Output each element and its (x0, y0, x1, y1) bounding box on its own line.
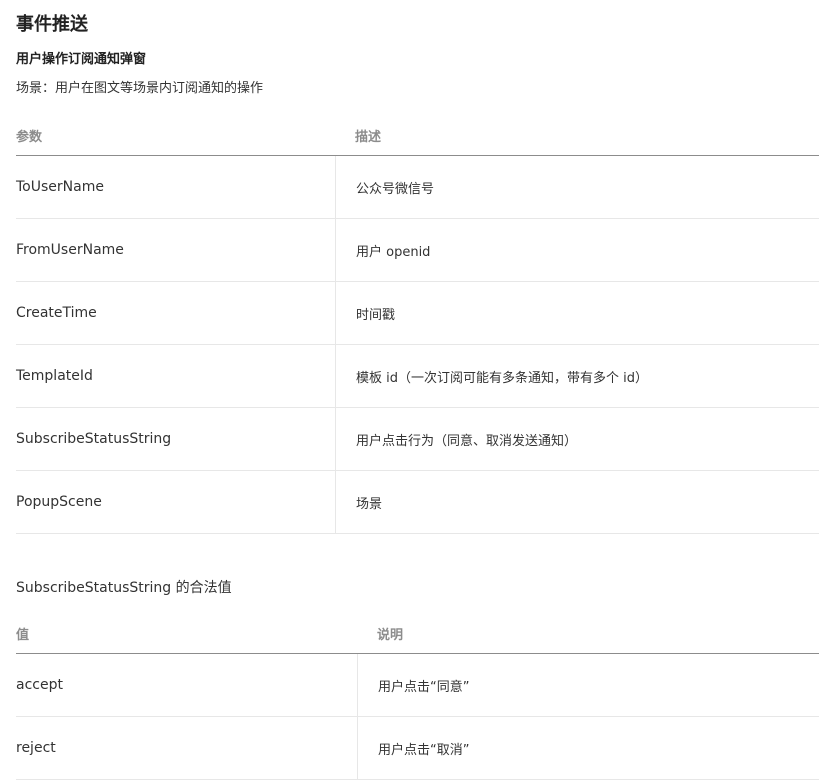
param-description: 用户点击行为（同意、取消发送通知） (335, 408, 819, 470)
param-description: 用户 openid (335, 219, 819, 281)
values-heading: SubscribeStatusString 的合法值 (16, 580, 232, 596)
values-table: 值 说明 accept 用户点击“同意” reject 用户点击“取消” (16, 614, 819, 780)
value-name: accept (16, 677, 63, 693)
param-description: 模板 id（一次订阅可能有多条通知，带有多个 id） (335, 345, 819, 407)
value-description: 用户点击“同意” (357, 654, 819, 716)
param-name: TemplateId (16, 368, 93, 384)
table-row: accept 用户点击“同意” (16, 654, 819, 717)
table-row: ToUserName 公众号微信号 (16, 156, 819, 219)
header-explanation: 说明 (377, 628, 404, 643)
scene-description: 场景：用户在图文等场景内订阅通知的操作 (16, 81, 264, 96)
value-description: 用户点击“取消” (357, 717, 819, 779)
table-row: CreateTime 时间戳 (16, 282, 819, 345)
table-row: SubscribeStatusString 用户点击行为（同意、取消发送通知） (16, 408, 819, 471)
table-row: TemplateId 模板 id（一次订阅可能有多条通知，带有多个 id） (16, 345, 819, 408)
table-row: FromUserName 用户 openid (16, 219, 819, 282)
table-row: PopupScene 场景 (16, 471, 819, 534)
header-value: 值 (16, 628, 30, 643)
page-title: 事件推送 (16, 14, 88, 35)
header-description: 描述 (355, 130, 382, 145)
value-name: reject (16, 740, 56, 756)
section-subtitle: 用户操作订阅通知弹窗 (16, 52, 147, 67)
params-table: 参数 描述 ToUserName 公众号微信号 FromUserName 用户 … (16, 116, 819, 534)
param-description: 时间戳 (335, 282, 819, 344)
param-description: 场景 (335, 471, 819, 533)
header-param: 参数 (16, 130, 43, 145)
param-name: SubscribeStatusString (16, 431, 172, 447)
param-name: ToUserName (16, 179, 104, 195)
param-name: PopupScene (16, 494, 102, 510)
values-table-header: 值 说明 (16, 614, 819, 654)
table-row: reject 用户点击“取消” (16, 717, 819, 780)
params-table-header: 参数 描述 (16, 116, 819, 156)
param-name: CreateTime (16, 305, 97, 321)
param-name: FromUserName (16, 242, 124, 258)
param-description: 公众号微信号 (335, 156, 819, 218)
